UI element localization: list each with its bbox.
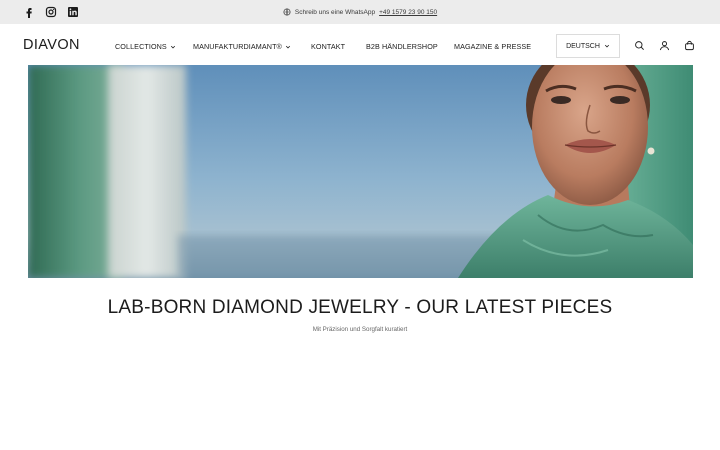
nav-manufakturdiamant[interactable]: MANUFAKTURDIAMANT®: [193, 42, 291, 51]
section-heading: LAB-BORN DIAMOND JEWELRY - OUR LATEST PI…: [107, 297, 613, 318]
announcement-bar: Schreib uns eine WhatsApp +49 1579 23 90…: [0, 0, 720, 24]
cart-icon[interactable]: [684, 40, 695, 51]
chevron-down-icon: [604, 43, 610, 49]
section-subheading: Mit Präzision und Sorgfalt kuratiert: [312, 326, 408, 333]
chevron-down-icon: [170, 44, 176, 50]
announcement-text-group: Schreib uns eine WhatsApp +49 1579 23 90…: [0, 0, 720, 24]
site-header: DIAVON COLLECTIONS MANUFAKTURDIAMANT® KO…: [0, 24, 720, 66]
nav-label: COLLECTIONS: [115, 42, 167, 51]
nav-label: MAGAZINE & PRESSE: [454, 42, 532, 51]
announcement-text: Schreib uns eine WhatsApp: [294, 8, 376, 16]
language-label: DEUTSCH: [566, 42, 600, 50]
nav-label: B2B HÄNDLERSHOP: [366, 42, 438, 51]
nav-label: KONTAKT: [311, 42, 346, 51]
account-icon[interactable]: [659, 40, 670, 51]
whatsapp-phone-link[interactable]: +49 1579 23 90 150: [379, 9, 437, 16]
nav-kontakt[interactable]: KONTAKT: [311, 42, 345, 51]
hero-banner-image: [28, 65, 693, 278]
language-selector[interactable]: DEUTSCH: [556, 34, 620, 58]
logo[interactable]: DIAVON: [23, 37, 80, 53]
chevron-down-icon: [285, 44, 291, 50]
nav-collections[interactable]: COLLECTIONS: [115, 42, 176, 51]
globe-icon: [283, 8, 291, 16]
nav-label: MANUFAKTURDIAMANT®: [193, 42, 282, 51]
search-icon[interactable]: [634, 40, 645, 51]
nav-b2b-haendlershop[interactable]: B2B HÄNDLERSHOP: [366, 42, 438, 51]
nav-magazine-presse[interactable]: MAGAZINE & PRESSE: [454, 42, 531, 51]
